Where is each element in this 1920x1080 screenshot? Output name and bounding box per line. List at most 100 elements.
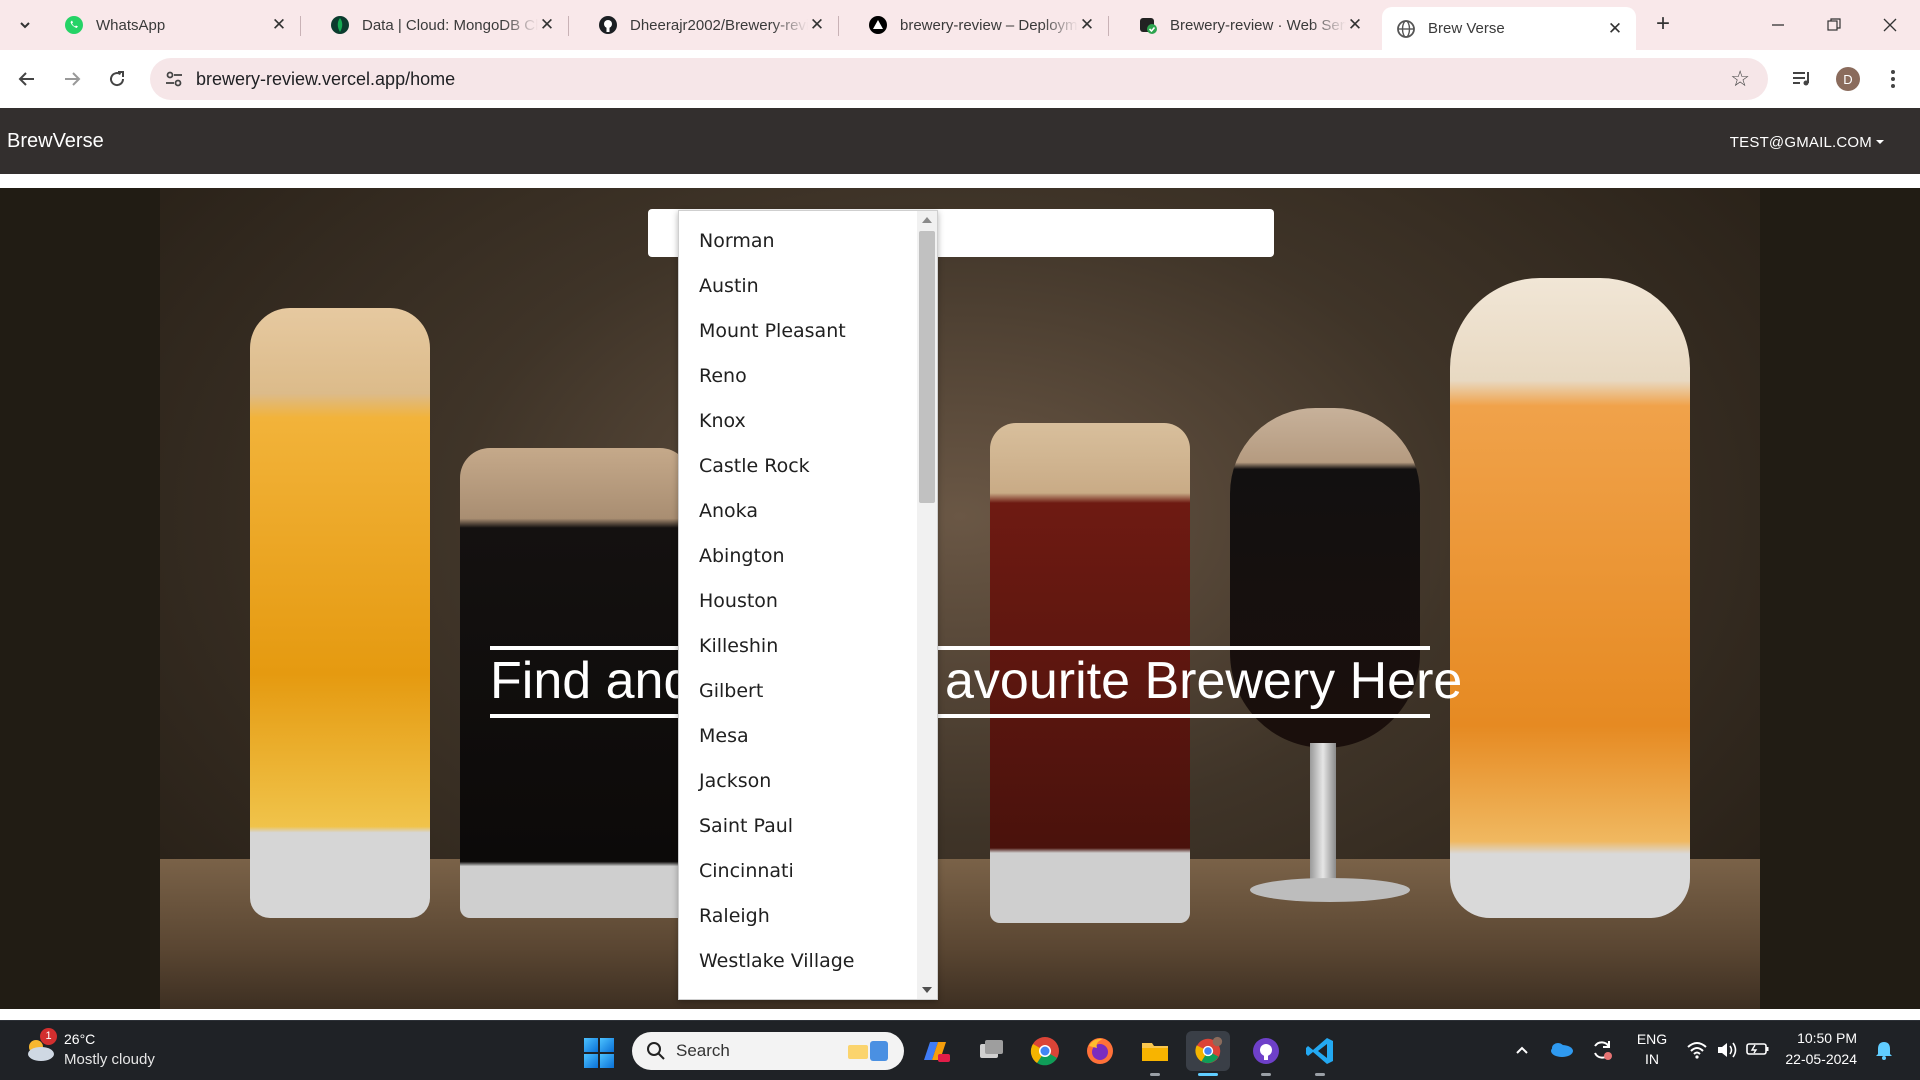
city-option[interactable]: Raleigh [679,894,919,939]
tab-search-button[interactable] [12,12,38,38]
forward-button[interactable] [57,64,87,94]
browser-menu-button[interactable] [1878,64,1908,94]
goblet-stem-image [1310,743,1336,883]
close-icon[interactable]: ✕ [1346,15,1364,34]
back-button[interactable] [12,64,42,94]
tab-title: Dheerajr2002/Brewery-review [630,16,808,34]
city-option[interactable]: Houston [679,579,919,624]
whatsapp-icon [64,15,84,35]
notification-bell-icon[interactable] [1875,1040,1893,1060]
city-option[interactable]: Abington [679,534,919,579]
task-view-icon[interactable] [974,1034,1008,1068]
windows-taskbar: 1 26°C Mostly cloudy Search ENG IN 10:50… [0,1020,1920,1080]
weather-notification-badge: 1 [40,1028,57,1045]
tab-mongodb[interactable]: Data | Cloud: MongoDB Cloud ✕ [316,7,569,43]
bookmark-star-icon[interactable]: ☆ [1730,66,1750,92]
city-option[interactable]: Austin [679,264,919,309]
city-option[interactable]: Norman [679,219,919,264]
arrow-left-icon [18,72,34,86]
taskbar-search-placeholder: Search [676,1041,730,1060]
brand-logo-text[interactable]: BrewVerse [7,130,104,153]
restore-button[interactable] [1806,0,1862,50]
windows-start-icon[interactable] [584,1038,614,1068]
minimize-button[interactable] [1750,0,1806,50]
city-option[interactable]: Reno [679,354,919,399]
media-controls-button[interactable] [1787,64,1817,94]
chevron-up-icon[interactable] [1514,1042,1530,1058]
tab-brew-verse[interactable]: Brew Verse ✕ [1382,7,1636,50]
dropdown-scrollbar[interactable] [917,211,937,999]
city-option[interactable]: Saint Paul [679,804,919,849]
hero-section: Find and avourite Brewery Here [0,188,1920,1009]
weather-condition[interactable]: Mostly cloudy [64,1051,155,1068]
address-bar[interactable]: brewery-review.vercel.app/home ☆ [150,58,1768,100]
tab-separator [1108,16,1109,36]
file-explorer-icon[interactable] [1138,1034,1172,1068]
city-option[interactable]: Knox [679,399,919,444]
taskbar-search-box[interactable]: Search [632,1032,904,1070]
clock-time[interactable]: 10:50 PM [1785,1030,1857,1046]
scroll-up-arrow-icon[interactable] [922,217,932,223]
new-tab-button[interactable]: + [1650,12,1676,38]
tab-github[interactable]: Dheerajr2002/Brewery-review ✕ [584,7,839,43]
user-menu-dropdown[interactable]: TEST@GMAIL.COM [1730,134,1884,151]
site-settings-icon[interactable] [164,69,184,89]
tab-title: Data | Cloud: MongoDB Cloud [362,16,538,34]
tab-vercel[interactable]: brewery-review – Deployment ✕ [854,7,1109,43]
wifi-icon[interactable] [1686,1040,1708,1060]
city-option[interactable]: Anoka [679,489,919,534]
close-icon[interactable]: ✕ [808,15,826,34]
sync-icon[interactable] [1590,1038,1614,1062]
chrome-profile-active[interactable] [1186,1031,1230,1071]
close-icon[interactable]: ✕ [270,15,288,34]
firefox-icon[interactable] [1083,1034,1117,1068]
close-window-button[interactable] [1862,0,1918,50]
active-app-indicator [1198,1073,1218,1076]
city-option[interactable]: Killeshin [679,624,919,669]
hero-headline-right: avourite Brewery Here [945,652,1463,710]
volume-icon[interactable] [1716,1040,1738,1060]
city-option[interactable]: Westlake Village [679,939,919,984]
tab-separator [300,16,301,36]
scrollbar-thumb[interactable] [919,231,935,503]
pilsner-glass-image [250,308,430,918]
browser-tabstrip: WhatsApp ✕ Data | Cloud: MongoDB Cloud ✕… [0,0,1920,50]
close-icon[interactable]: ✕ [538,15,556,34]
chrome-icon[interactable] [1028,1034,1062,1068]
chrome-profile-icon [1195,1036,1223,1064]
reload-button[interactable] [102,64,132,94]
language-indicator-bottom[interactable]: IN [1634,1051,1670,1067]
city-option[interactable]: Jackson [679,759,919,804]
language-indicator-top[interactable]: ENG [1634,1031,1670,1047]
scroll-down-arrow-icon[interactable] [922,987,932,993]
city-options: Norman Austin Mount Pleasant Reno Knox C… [679,219,919,984]
hero-headline-left: Find and [490,652,693,710]
city-option[interactable]: Castle Rock [679,444,919,489]
city-option[interactable]: Mesa [679,714,919,759]
tab-render[interactable]: Brewery-review · Web Service ✕ [1124,7,1376,43]
clock-date[interactable]: 22-05-2024 [1778,1051,1857,1067]
close-icon[interactable]: ✕ [1606,19,1624,38]
city-option[interactable]: Mount Pleasant [679,309,919,354]
globe-icon [1396,19,1416,39]
city-option[interactable]: Cincinnati [679,849,919,894]
playlist-icon [1793,72,1809,86]
search-highlight-icon [848,1041,888,1061]
search-icon [647,1042,665,1060]
vscode-icon[interactable] [1303,1034,1337,1068]
profile-avatar[interactable]: D [1836,67,1860,91]
close-icon[interactable]: ✕ [1078,15,1096,34]
github-desktop-icon[interactable] [1249,1034,1283,1068]
copilot-icon[interactable] [918,1034,952,1068]
arrow-right-icon [65,72,81,86]
city-dropdown-list[interactable]: Norman Austin Mount Pleasant Reno Knox C… [678,210,938,1000]
city-option[interactable]: Gilbert [679,669,919,714]
tab-whatsapp[interactable]: WhatsApp ✕ [50,7,301,43]
tab-separator [568,16,569,36]
tab-title: Brewery-review · Web Service [1170,16,1346,34]
weather-temperature[interactable]: 26°C [64,1031,95,1047]
running-indicator [1150,1073,1160,1076]
battery-icon[interactable] [1746,1041,1770,1057]
wheat-beer-glass-image [1450,278,1690,918]
onedrive-icon[interactable] [1548,1040,1574,1058]
